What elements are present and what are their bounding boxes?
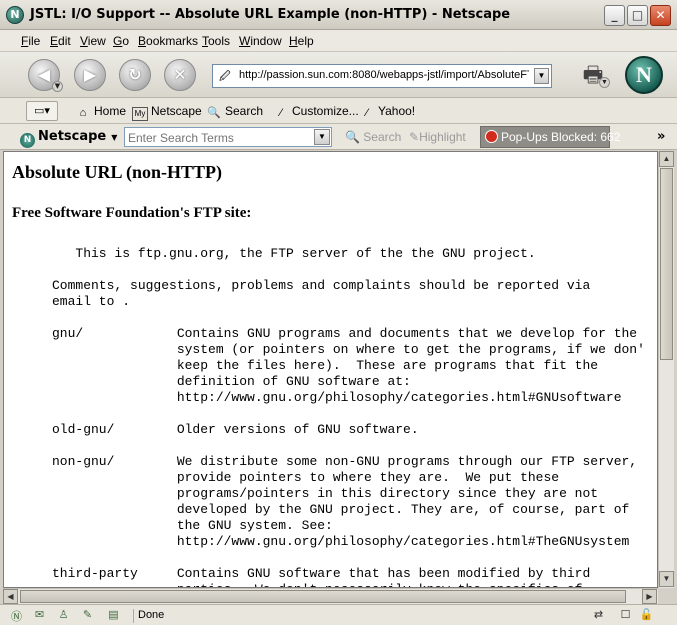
print-dropdown-icon[interactable]: ▼ — [599, 77, 610, 88]
scroll-right-icon[interactable]: ▶ — [642, 589, 657, 604]
scroll-left-icon[interactable]: ◀ — [3, 589, 18, 604]
reload-button[interactable]: ↻ — [119, 59, 151, 91]
menu-help[interactable]: Help — [289, 34, 314, 48]
bookmark-search[interactable]: 🔍 Search — [206, 104, 263, 120]
menu-go[interactable]: Go — [113, 34, 129, 48]
forward-arrow-icon: ▶ — [83, 65, 97, 84]
netscape-logo[interactable]: N — [625, 56, 663, 94]
toolbar-overflow-chevron[interactable]: » — [657, 129, 665, 144]
page-content: Absolute URL (non-HTTP) Free Software Fo… — [3, 151, 658, 588]
netscape-search-brand[interactable]: N Netscape ▼ — [20, 129, 117, 148]
address-book-icon[interactable]: ▤ — [105, 608, 122, 623]
menu-bar: File Edit View Go Bookmarks Tools Window… — [0, 30, 677, 52]
menu-tools[interactable]: Tools — [202, 34, 230, 48]
bookmark-home[interactable]: ⌂ Home — [75, 104, 126, 121]
netscape-app-icon[interactable]: N — [6, 6, 24, 24]
composer-icon[interactable]: ✎ — [79, 608, 96, 623]
vertical-scroll-thumb[interactable] — [660, 168, 673, 360]
bookmark-customize[interactable]: ⁄ Customize... — [273, 104, 359, 121]
menu-edit[interactable]: Edit — [50, 34, 71, 48]
magnifier-icon: 🔍 — [207, 107, 221, 119]
url-dropdown-icon[interactable]: ▼ — [534, 68, 549, 84]
ftp-welcome-text: This is ftp.gnu.org, the FTP server of t… — [52, 246, 645, 587]
stop-icon: ✕ — [173, 65, 187, 84]
status-text: Done — [133, 609, 164, 623]
scroll-up-icon[interactable]: ▲ — [659, 151, 674, 167]
stop-button[interactable]: ✕ — [164, 59, 196, 91]
back-button[interactable]: ◀ ▼ — [28, 59, 63, 92]
search-input[interactable] — [124, 127, 332, 147]
personal-toolbar: ▭▾ ⌂ Home My Netscape 🔍 Search ⁄ Customize..… — [0, 98, 677, 124]
highlight-button[interactable]: ✎Highlight — [409, 130, 466, 144]
home-icon: ⌂ — [79, 107, 87, 119]
window-title: JSTL: I/O Support -- Absolute URL Exampl… — [30, 7, 511, 22]
reload-icon: ↻ — [128, 65, 142, 84]
print-button[interactable]: 🖶 ▼ — [578, 58, 610, 88]
security-icon[interactable]: ☐ — [617, 608, 634, 623]
scroll-down-icon[interactable]: ▼ — [659, 571, 674, 587]
my-netscape-icon: My — [132, 107, 148, 121]
sidebar-icon: ▭▾ — [34, 105, 50, 117]
netscape-status-icon[interactable]: Ⓝ — [8, 608, 25, 623]
status-bar: Ⓝ ✉ ♙ ✎ ▤ Done ⇄ ☐ 🔓 — [0, 604, 677, 625]
title-bar: N JSTL: I/O Support -- Absolute URL Exam… — [0, 0, 677, 30]
maximize-button[interactable]: □ — [627, 5, 648, 26]
horizontal-scroll-thumb[interactable] — [20, 590, 626, 603]
popups-blocked-button[interactable]: Pop-Ups Blocked: 662 — [480, 126, 620, 148]
popup-blocked-icon — [485, 130, 498, 143]
bookmark-link-icon: ⁄ — [280, 107, 282, 119]
url-input[interactable]: http://passion.sun.com:8080/webapps-jstl… — [239, 69, 529, 81]
connection-icon[interactable]: ⇄ — [590, 608, 607, 623]
search-dropdown-icon[interactable]: ▼ — [314, 129, 330, 145]
horizontal-scrollbar[interactable]: ◀ ▶ — [3, 588, 658, 604]
magnifier-icon: 🔍 — [345, 130, 360, 144]
menu-file[interactable]: File — [21, 34, 40, 48]
minimize-button[interactable]: _ — [604, 5, 625, 26]
mail-icon[interactable]: ✉ — [31, 608, 48, 623]
page-heading: Absolute URL (non-HTTP) — [12, 162, 223, 182]
forward-button[interactable]: ▶ — [74, 59, 106, 91]
highlighter-icon: ✎ — [409, 130, 420, 144]
scrollbar-corner — [658, 588, 674, 604]
back-history-dropdown-icon[interactable]: ▼ — [52, 81, 63, 92]
menu-bookmarks[interactable]: Bookmarks — [138, 34, 198, 48]
page-icon: 🖉 — [219, 71, 231, 83]
search-toolbar: NNetscape▼ ▼ 🔍 Search ✎Highlight Pop-Ups… — [0, 124, 677, 150]
bookmark-yahoo[interactable]: ⁄ Yahoo! — [359, 104, 415, 121]
vertical-scrollbar[interactable]: ▲ ▼ — [658, 151, 674, 588]
navigation-toolbar: ◀ ▼ ▶ ↻ ✕ 🖉 http://passion.sun.com:8080/… — [0, 52, 677, 98]
lock-icon: 🔓 — [639, 609, 654, 621]
bookmark-netscape[interactable]: My Netscape — [132, 104, 202, 121]
netscape-n-icon: N — [20, 133, 35, 148]
menu-view[interactable]: View — [80, 34, 106, 48]
back-arrow-icon: ◀ — [37, 65, 51, 84]
page-subheading: Free Software Foundation's FTP site: — [12, 205, 252, 221]
menu-window[interactable]: Window — [239, 34, 282, 48]
instant-messenger-icon[interactable]: ♙ — [55, 608, 72, 623]
url-bar[interactable]: 🖉 http://passion.sun.com:8080/webapps-js… — [212, 64, 552, 88]
search-button[interactable]: 🔍 Search — [345, 130, 401, 144]
bookmark-link-icon: ⁄ — [366, 107, 368, 119]
sidebar-toggle-button[interactable]: ▭▾ — [26, 101, 58, 121]
brand-dropdown-icon: ▼ — [111, 133, 118, 142]
close-button[interactable]: ✕ — [650, 5, 671, 26]
